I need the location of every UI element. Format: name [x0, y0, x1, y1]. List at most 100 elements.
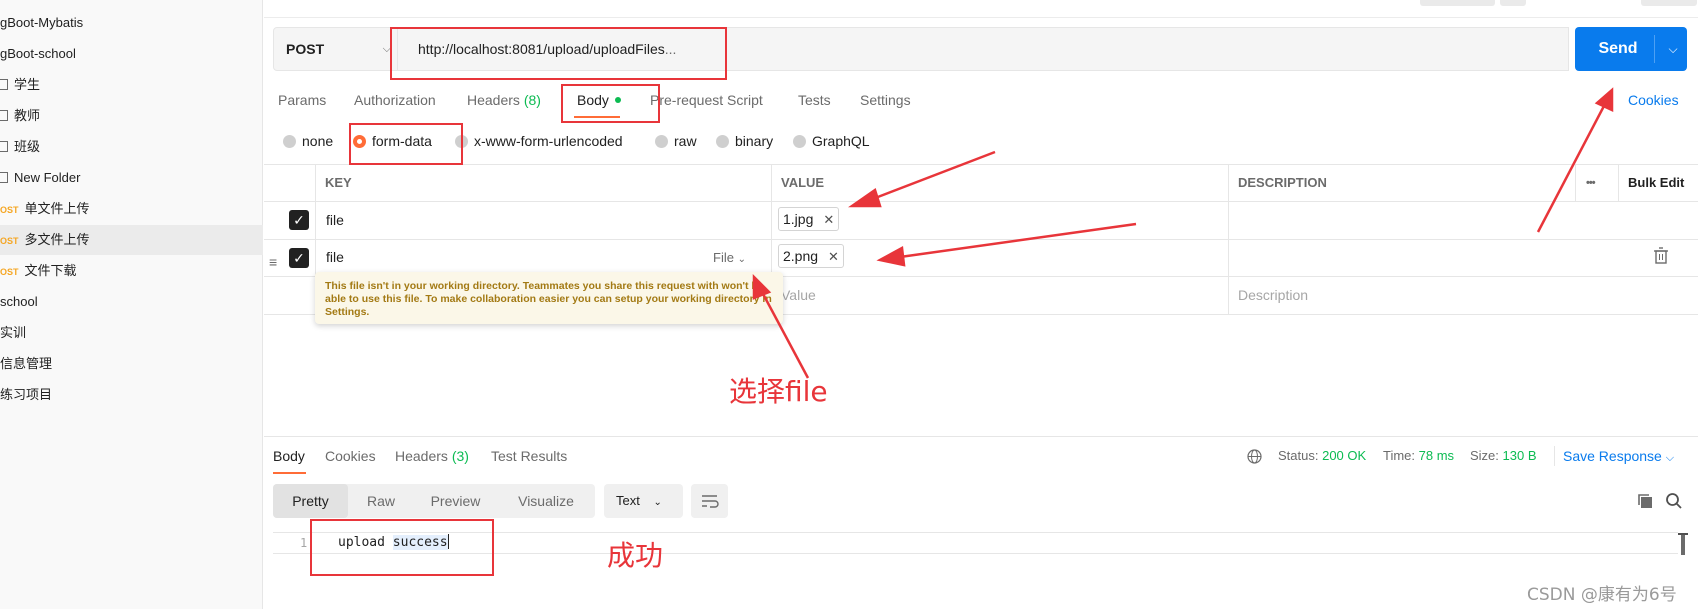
format-raw[interactable]: Raw: [348, 484, 414, 518]
status-label: Status:: [1278, 448, 1319, 463]
format-preview[interactable]: Preview: [414, 484, 497, 518]
method-badge: OST: [0, 236, 19, 246]
sidebar-item-label: New Folder: [14, 170, 81, 185]
search-icon[interactable]: [1665, 492, 1683, 510]
sidebar-item-label: 文件下载: [24, 263, 77, 278]
tab-settings[interactable]: Settings: [860, 90, 911, 110]
radio-none[interactable]: none: [283, 131, 333, 151]
table-border: [1618, 164, 1619, 201]
sidebar-item-collection[interactable]: gBoot-Mybatis: [0, 8, 263, 38]
drag-handle-icon[interactable]: ≡: [269, 252, 277, 272]
tab-authorization[interactable]: Authorization: [354, 90, 436, 110]
wrap-lines-icon[interactable]: [691, 484, 728, 518]
table-border: [264, 164, 1698, 165]
tab-count: (3): [451, 448, 469, 464]
status-readout: Status: 200 OK: [1278, 446, 1366, 466]
column-header-description: DESCRIPTION: [1238, 175, 1327, 190]
file-chip[interactable]: 1.jpg ✕: [778, 207, 840, 231]
row-enabled-checkbox[interactable]: ✓: [289, 248, 309, 268]
chevron-down-icon: ⌵: [1665, 452, 1675, 464]
close-icon[interactable]: ✕: [828, 249, 839, 264]
annotation-box-url: [390, 27, 727, 80]
value-input[interactable]: Value: [781, 285, 816, 305]
toolbar-button-edge[interactable]: [1641, 0, 1697, 6]
scrollbar-thumb[interactable]: [1676, 533, 1690, 555]
bulk-edit-button[interactable]: Bulk Edit: [1628, 173, 1684, 193]
trash-icon[interactable]: [1654, 246, 1668, 266]
description-input[interactable]: Description: [1238, 285, 1308, 305]
copy-icon[interactable]: [1636, 492, 1654, 510]
radio-raw[interactable]: raw: [655, 131, 697, 151]
sidebar-item-request[interactable]: OST 文件下载: [0, 256, 263, 286]
response-tab-test-results[interactable]: Test Results: [491, 446, 567, 466]
more-options-icon[interactable]: •••: [1586, 173, 1596, 193]
row-enabled-checkbox[interactable]: ✓: [289, 210, 309, 230]
param-key[interactable]: file: [326, 210, 344, 230]
tab-label: Headers: [467, 92, 520, 108]
send-button[interactable]: Send ⌵: [1575, 27, 1687, 71]
tab-label: Tests: [798, 92, 831, 108]
save-response-label: Save Response: [1563, 448, 1662, 464]
active-tab-underline: [273, 472, 306, 474]
toolbar-button-edge[interactable]: [1420, 0, 1495, 6]
file-name: 1.jpg: [783, 211, 814, 227]
size-value: 130 B: [1502, 448, 1537, 463]
radio-label: binary: [735, 133, 774, 149]
divider: [1554, 446, 1555, 466]
radio-label: GraphQL: [812, 133, 870, 149]
sidebar-item-label: 实训: [0, 325, 27, 340]
globe-icon[interactable]: [1247, 449, 1262, 464]
param-key[interactable]: file: [326, 247, 344, 267]
file-chip[interactable]: 2.png ✕: [778, 244, 844, 268]
time-value: 78 ms: [1418, 448, 1455, 463]
key-type-select[interactable]: File ⌄: [713, 248, 746, 270]
sidebar-item-collection[interactable]: 信息管理: [0, 349, 263, 379]
response-tab-body[interactable]: Body: [273, 446, 305, 466]
radio-icon: [655, 135, 668, 148]
sidebar-item-label: school: [0, 294, 38, 309]
size-readout: Size: 130 B: [1470, 446, 1537, 466]
method-badge: OST: [0, 205, 19, 215]
sidebar-item-label: 练习项目: [0, 387, 53, 402]
annotation-box-form-data: [349, 123, 463, 165]
size-label: Size:: [1470, 448, 1499, 463]
column-header-value: VALUE: [781, 175, 825, 190]
toolbar-button-edge[interactable]: [1500, 0, 1526, 6]
language-value: Text: [616, 493, 640, 508]
response-tab-cookies[interactable]: Cookies: [325, 446, 376, 466]
sidebar-item-collection[interactable]: school: [0, 287, 263, 317]
tab-headers[interactable]: Headers (8): [467, 90, 541, 110]
watermark: CSDN @康有为6号: [1527, 585, 1677, 605]
sidebar-item-request-active[interactable]: OST 多文件上传: [0, 225, 263, 255]
key-type-value: File: [713, 250, 734, 265]
response-tab-headers[interactable]: Headers (3): [395, 446, 469, 466]
annotation-box-response: [310, 519, 494, 576]
sidebar-item-collection[interactable]: 练习项目: [0, 380, 263, 410]
save-response-button[interactable]: Save Response ⌵: [1563, 446, 1674, 468]
sidebar-item-folder[interactable]: 学生: [0, 70, 263, 100]
sidebar-item-collection[interactable]: gBoot-school: [0, 39, 263, 69]
method-select[interactable]: POST ⌵: [273, 27, 398, 71]
sidebar-item-folder[interactable]: New Folder: [0, 163, 263, 193]
tab-params[interactable]: Params: [278, 90, 326, 110]
sidebar-item-request[interactable]: OST 单文件上传: [0, 194, 263, 224]
response-format-group: Pretty Raw Preview Visualize: [273, 484, 595, 518]
radio-x-www-form-urlencoded[interactable]: x-www-form-urlencoded: [455, 131, 623, 151]
language-select[interactable]: Text ⌄: [604, 484, 683, 518]
radio-binary[interactable]: binary: [716, 131, 773, 151]
sidebar-item-folder[interactable]: 教师: [0, 101, 263, 131]
sidebar-item-folder[interactable]: 班级: [0, 132, 263, 162]
format-pretty[interactable]: Pretty: [273, 484, 348, 518]
tab-tests[interactable]: Tests: [798, 90, 831, 110]
sidebar-item-label: 信息管理: [0, 356, 53, 371]
radio-label: x-www-form-urlencoded: [474, 133, 623, 149]
tab-label: Pre-request Script: [650, 92, 763, 108]
chevron-down-icon: ⌄: [737, 254, 746, 265]
close-icon[interactable]: ✕: [823, 212, 834, 227]
sidebar-item-collection[interactable]: 实训: [0, 318, 263, 348]
radio-graphql[interactable]: GraphQL: [793, 131, 870, 151]
cookies-link[interactable]: Cookies: [1628, 90, 1679, 110]
format-visualize[interactable]: Visualize: [497, 484, 595, 518]
tab-pre-request-script[interactable]: Pre-request Script: [650, 90, 763, 110]
chevron-down-icon[interactable]: ⌵: [1659, 27, 1687, 71]
